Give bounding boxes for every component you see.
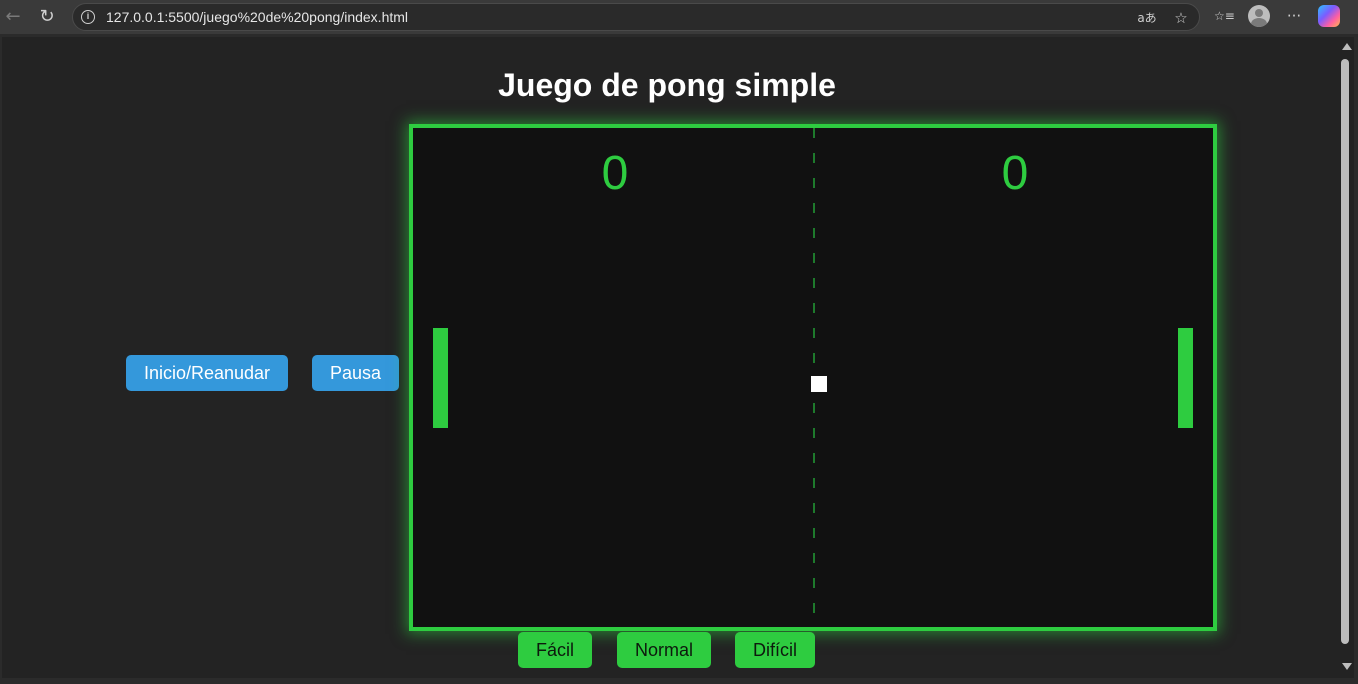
score-right: 0 [1001,147,1029,200]
difficulty-normal-button[interactable]: Normal [617,632,711,668]
game-canvas[interactable]: 0 0 [409,124,1217,631]
address-bar[interactable]: i 127.0.0.1:5500/juego%20de%20pong/index… [72,3,1200,31]
more-icon[interactable]: ··· [1284,6,1304,26]
ball [811,376,827,392]
browser-toolbar: ← ↻ i 127.0.0.1:5500/juego%20de%20pong/i… [0,0,1358,34]
translate-icon[interactable]: aあ [1137,8,1157,28]
scroll-thumb[interactable] [1341,59,1349,644]
info-icon[interactable]: i [81,10,95,24]
star-icon[interactable]: ☆ [1171,8,1191,28]
scrollbar[interactable] [1338,37,1354,678]
favorites-list-icon[interactable]: ☆≡ [1214,6,1235,26]
center-net [813,128,815,614]
pause-button[interactable]: Pausa [312,355,399,391]
page-content: Juego de pong simple Inicio/Reanudar Pau… [2,37,1338,678]
reload-icon[interactable]: ↻ [36,6,58,28]
page-title: Juego de pong simple [498,67,836,103]
score-left: 0 [601,147,629,200]
back-arrow-icon[interactable]: ← [2,6,24,28]
difficulty-easy-button[interactable]: Fácil [518,632,592,668]
left-paddle [433,328,448,428]
difficulty-hard-button[interactable]: Difícil [735,632,815,668]
start-resume-button[interactable]: Inicio/Reanudar [126,355,288,391]
scroll-down-icon[interactable] [1342,663,1352,670]
copilot-icon[interactable] [1318,5,1340,27]
profile-avatar[interactable] [1248,5,1270,27]
right-paddle [1178,328,1193,428]
scroll-up-icon[interactable] [1342,43,1352,50]
url-text[interactable]: 127.0.0.1:5500/juego%20de%20pong/index.h… [106,9,408,25]
